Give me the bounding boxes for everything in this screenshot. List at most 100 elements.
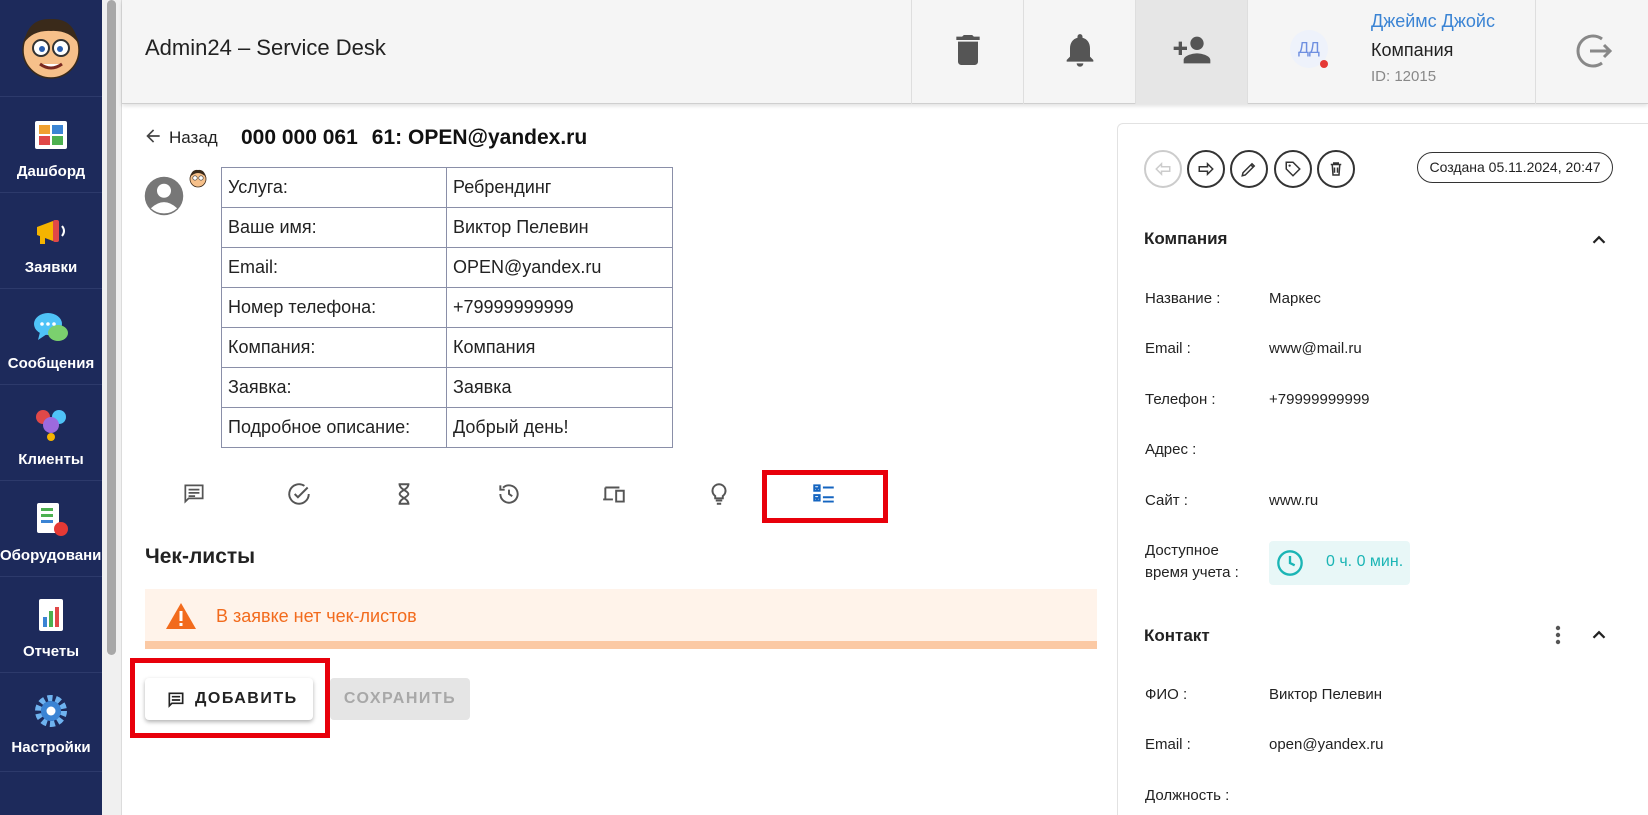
- field-key: Email:: [221, 247, 447, 288]
- trash-button[interactable]: [911, 0, 1023, 104]
- available-time-label-line1: Доступное: [1145, 542, 1219, 559]
- sidebar-item-label: Оборудование: [0, 547, 110, 564]
- contact-email-label: Email :: [1145, 736, 1191, 753]
- company-name-value: Маркес: [1269, 290, 1321, 307]
- forward-icon: [1198, 161, 1214, 177]
- field-key: Подробное описание:: [221, 407, 447, 448]
- add-user-icon: [1173, 36, 1211, 64]
- save-button[interactable]: СОХРАНИТЬ: [330, 678, 470, 720]
- sidebar-item-equipment[interactable]: Оборудование: [0, 480, 110, 580]
- warning-icon: [166, 603, 196, 629]
- sidebar-item-label: Заявки: [24, 259, 78, 276]
- user-id: ID: 12015: [1371, 68, 1437, 85]
- available-time-value: 0 ч. 0 мин.: [1326, 553, 1404, 570]
- tab-comments[interactable]: [150, 470, 236, 520]
- company-phone-value: +79999999999: [1269, 391, 1370, 408]
- forward-button[interactable]: [1187, 150, 1225, 188]
- field-value: OPEN@yandex.ru: [446, 247, 673, 288]
- back-link[interactable]: Назад: [143, 126, 218, 148]
- company-email-value: www@mail.ru: [1269, 340, 1362, 357]
- notifications-button[interactable]: [1023, 0, 1135, 104]
- contact-position-label: Должность :: [1145, 787, 1230, 804]
- history-icon: [499, 484, 519, 504]
- tab-knowledge[interactable]: [675, 470, 761, 520]
- sidebar-item-settings[interactable]: Настройки: [0, 672, 102, 772]
- field-key: Заявка:: [221, 367, 447, 408]
- logout-button[interactable]: [1535, 0, 1648, 104]
- company-section-title: Компания: [1144, 229, 1228, 248]
- company-site-value: www.ru: [1269, 492, 1319, 509]
- logout-icon: [1576, 34, 1613, 68]
- more-vertical-icon[interactable]: [1554, 624, 1562, 646]
- field-value: Заявка: [446, 367, 673, 408]
- field-value: Виктор Пелевин: [446, 207, 673, 248]
- sidebar-item-tickets[interactable]: Заявки: [0, 192, 102, 292]
- sidebar-item-label: Сообщения: [7, 355, 95, 372]
- sidebar-item-label: Клиенты: [18, 451, 84, 468]
- table-row: Номер телефона: +79999999999: [221, 287, 673, 328]
- reply-button[interactable]: [1144, 150, 1182, 188]
- field-key: Услуга:: [221, 167, 447, 208]
- edit-button[interactable]: [1230, 150, 1268, 188]
- sidebar: Дашборд Заявки Сообщения Клиенты Оборудо…: [0, 0, 110, 815]
- tag-button[interactable]: [1274, 150, 1312, 188]
- contact-section-title: Контакт: [1144, 626, 1210, 645]
- chat-bubble-icon: [34, 313, 68, 341]
- comment-icon: [184, 484, 204, 504]
- table-row: Подробное описание: Добрый день!: [221, 407, 673, 448]
- tab-time[interactable]: [360, 470, 446, 520]
- tab-approval[interactable]: [255, 470, 341, 520]
- chevron-up-icon[interactable]: [1588, 624, 1610, 646]
- company-name-label: Название :: [1145, 290, 1221, 307]
- agent-mini-avatar-icon: [189, 169, 207, 188]
- user-name-link[interactable]: Джеймс Джойс: [1371, 11, 1495, 32]
- check-circle-icon: [288, 483, 310, 505]
- tab-devices[interactable]: [570, 470, 656, 520]
- chevron-up-icon[interactable]: [1588, 229, 1610, 251]
- ticket-number: 000 000 061: [241, 126, 358, 149]
- devices-icon: [603, 486, 625, 503]
- contact-name-label: ФИО :: [1145, 686, 1188, 703]
- delete-button[interactable]: [1317, 150, 1355, 188]
- highlight-box: [762, 470, 888, 523]
- user-profile[interactable]: ДД Джеймс Джойс Компания ID: 12015: [1247, 0, 1535, 104]
- logo-icon[interactable]: [14, 10, 88, 84]
- clients-icon: [36, 410, 66, 441]
- sidebar-item-clients[interactable]: Клиенты: [0, 384, 102, 484]
- report-icon: [39, 599, 63, 631]
- sidebar-item-label: Отчеты: [22, 643, 80, 660]
- tag-icon: [1285, 161, 1301, 177]
- tab-history[interactable]: [465, 470, 551, 520]
- contact-email-value: open@yandex.ru: [1269, 736, 1384, 753]
- company-phone-label: Телефон :: [1145, 391, 1216, 408]
- reply-icon: [1155, 161, 1171, 177]
- field-key: Номер телефона:: [221, 287, 447, 328]
- available-time-label-line2: время учета :: [1145, 564, 1239, 581]
- sidebar-item-dashboard[interactable]: Дашборд: [0, 96, 102, 196]
- table-row: Ваше имя: Виктор Пелевин: [221, 207, 673, 248]
- checklists-title: Чек-листы: [145, 545, 256, 568]
- clock-icon: [1277, 550, 1303, 576]
- table-row: Заявка: Заявка: [221, 367, 673, 408]
- table-row: Email: OPEN@yandex.ru: [221, 247, 673, 288]
- sidebar-item-reports[interactable]: Отчеты: [0, 576, 102, 676]
- available-time-chip: 0 ч. 0 мин.: [1269, 541, 1410, 585]
- sidebar-item-messages[interactable]: Сообщения: [0, 288, 102, 388]
- company-address-label: Адрес :: [1145, 441, 1197, 458]
- ticket-details-panel: [1117, 123, 1648, 815]
- field-value: Компания: [446, 327, 673, 368]
- add-user-button[interactable]: [1135, 0, 1247, 104]
- bell-icon: [1066, 34, 1094, 67]
- hourglass-icon: [398, 483, 410, 505]
- trash-icon: [1330, 162, 1342, 176]
- company-site-label: Сайт :: [1145, 492, 1188, 509]
- sidebar-scroll-thumb[interactable]: [107, 0, 116, 655]
- empty-checklists-alert: В заявке нет чек-листов: [145, 589, 1097, 649]
- alert-message: В заявке нет чек-листов: [216, 606, 417, 626]
- megaphone-icon: [37, 220, 65, 244]
- dashboard-icon: [35, 121, 67, 149]
- field-key: Ваше имя:: [221, 207, 447, 248]
- field-value: Добрый день!: [446, 407, 673, 448]
- back-label: Назад: [169, 128, 218, 147]
- ticket-fields-table: Услуга: Ребрендинг Ваше имя: Виктор Пелеви…: [221, 167, 673, 448]
